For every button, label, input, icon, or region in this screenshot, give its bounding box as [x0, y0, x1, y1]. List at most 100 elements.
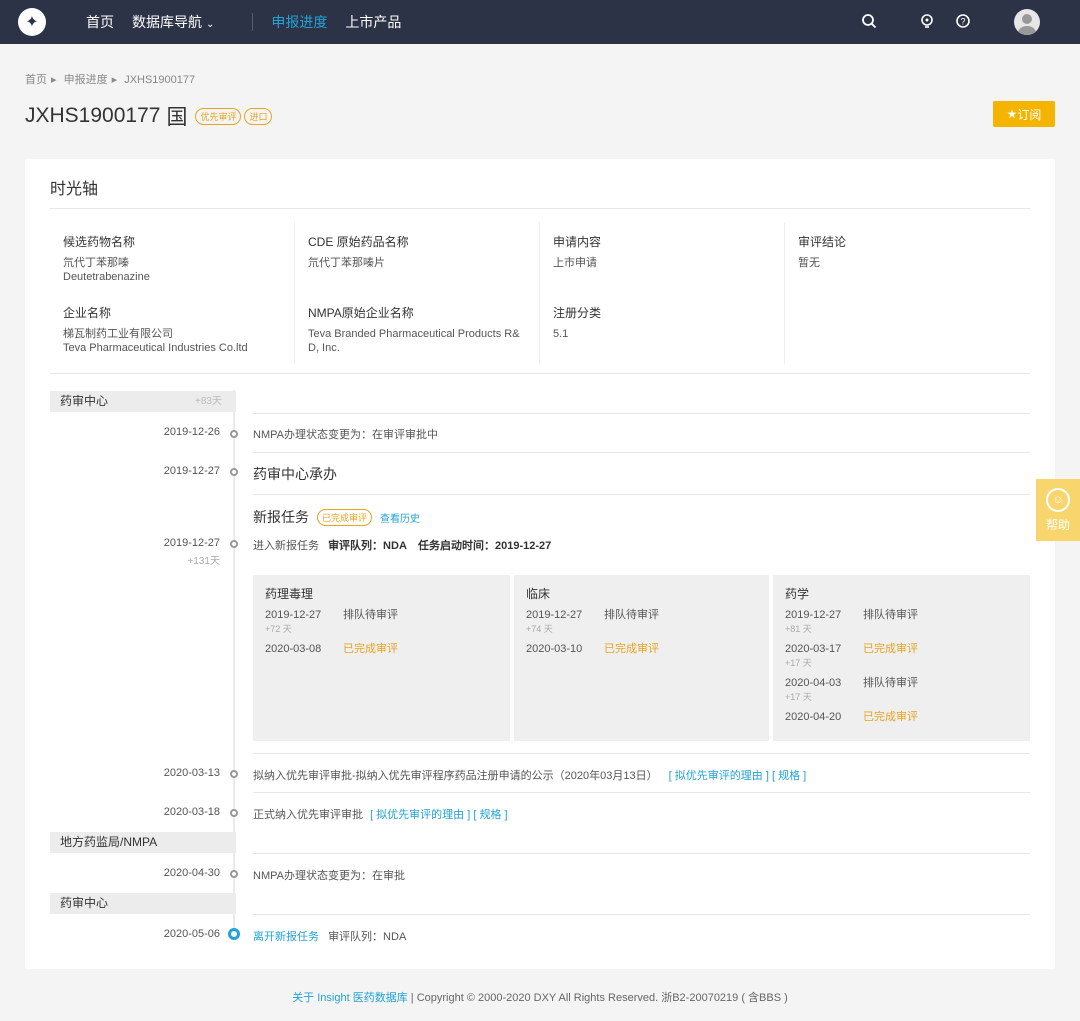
review-box-pharmacy: 药学 2019-12-27 排队待审评 +81 天 2020-03-17 已完成审评…: [773, 575, 1030, 741]
event-day-diff: +131天: [187, 556, 220, 567]
row-gap: +17 天: [785, 692, 812, 702]
top-navbar: ✦ 首页 数据库导航 ⌄ 申报进度 上市产品 ?: [0, 0, 1080, 44]
logo-icon[interactable]: ✦: [18, 8, 46, 36]
nav-divider: [252, 13, 254, 31]
timeline-dot: [230, 870, 238, 878]
task-start-time: 任务启动时间：2019-12-27: [417, 540, 552, 552]
box-row: 2020-04-20 已完成审评: [785, 710, 1018, 724]
box-row: 2019-12-27 排队待审评: [785, 608, 1018, 622]
row-date: 2020-03-17: [785, 643, 842, 655]
spec-link[interactable]: [ 规格 ]: [473, 809, 507, 821]
timeline-dot: [230, 770, 238, 778]
timeline-dot: [230, 809, 238, 817]
copyright: | Copyright © 2000-2020 DXY All Rights R…: [410, 992, 788, 1004]
info-registration: 注册分类 5.1: [553, 304, 778, 341]
row-status: 排队待审评: [343, 609, 398, 621]
breadcrumb-progress[interactable]: 申报进度: [64, 74, 108, 86]
info-company: 企业名称 梯瓦制药工业有限公司 Teva Pharmaceutical Indu…: [63, 304, 288, 355]
drug-code: JXHS1900177: [25, 104, 161, 127]
help-circle-icon[interactable]: ?: [955, 13, 971, 34]
box-title: 药理毒理: [265, 587, 314, 601]
timeline-dot: [230, 468, 238, 476]
info-label: CDE 原始药品名称: [308, 235, 409, 249]
page-title: JXHS1900177 国 优先审评 进口: [25, 101, 273, 131]
divider: [539, 222, 540, 364]
priority-reason-link[interactable]: [ 拟优先审评的理由 ]: [669, 770, 769, 782]
event-date: 2020-03-18: [163, 806, 220, 818]
row-status: 已完成审评: [343, 643, 398, 655]
avatar[interactable]: [1014, 9, 1040, 35]
task-status-badge: 已完成审评: [317, 508, 373, 526]
divider: [253, 753, 1030, 754]
timeline-dot-current: [228, 928, 240, 940]
row-date: 2020-04-20: [785, 711, 842, 723]
box-title: 药学: [785, 587, 810, 601]
info-value: 氘代丁苯那嗪: [63, 257, 129, 269]
view-history-link[interactable]: 查看历史: [380, 510, 420, 525]
breadcrumb-sep-icon: ▸: [111, 74, 118, 86]
row-date: 2019-12-27: [265, 609, 322, 621]
row-gap: +81 天: [785, 624, 812, 634]
box-row: 2019-12-27 排队待审评: [265, 608, 498, 622]
event-desc: 审评队列：NDA: [328, 931, 407, 943]
event-text: 拟纳入优先审评审批-拟纳入优先审评程序药品注册申请的公示（2020年03月13日…: [253, 767, 806, 783]
info-value: Deutetrabenazine: [63, 271, 150, 283]
breadcrumb-home[interactable]: 首页: [25, 74, 47, 86]
info-label: 候选药物名称: [63, 235, 136, 249]
info-value: 梯瓦制药工业有限公司: [63, 328, 173, 340]
divider: [253, 792, 1030, 793]
nav-db[interactable]: 数据库导航 ⌄: [132, 12, 232, 32]
event-date: 2020-03-13: [163, 767, 220, 779]
row-date: 2019-12-27: [526, 609, 583, 621]
row-status: 排队待审评: [863, 609, 918, 621]
row-status: 已完成审评: [604, 643, 659, 655]
divider: [253, 494, 1030, 495]
event-date: 2020-04-30: [163, 867, 220, 879]
event-text: 离开新报任务 审评队列：NDA: [253, 928, 406, 944]
divider: [50, 208, 1030, 209]
info-value: Teva Branded Pharmaceutical Products R&: [308, 328, 520, 340]
priority-reason-link[interactable]: [ 拟优先审评的理由 ]: [370, 809, 470, 821]
leave-task-link[interactable]: 离开新报任务: [253, 931, 319, 943]
info-label: NMPA原始企业名称: [308, 306, 414, 320]
about-link[interactable]: 关于 Insight 医药数据库: [292, 992, 408, 1004]
nav-products[interactable]: 上市产品: [345, 12, 401, 32]
info-candidate: 候选药物名称 氘代丁苯那嗪 Deutetrabenazine: [63, 233, 288, 284]
info-cde-name: CDE 原始药品名称 氘代丁苯那嗪片: [308, 233, 533, 270]
section-cde-2: 药审中心: [50, 893, 236, 914]
info-conclusion: 审评结论 暂无: [798, 233, 1023, 270]
box-row: 2020-03-08 已完成审评: [265, 642, 498, 656]
event-date: 2019-12-26: [163, 426, 220, 438]
task-info: 进入新报任务 审评队列：NDA 任务启动时间：2019-12-27: [253, 537, 551, 553]
box-title: 临床: [526, 587, 551, 601]
bulb-icon[interactable]: [919, 13, 935, 34]
import-badge: 进口: [244, 107, 273, 125]
info-label: 审评结论: [798, 235, 847, 249]
review-box-pharmacology: 药理毒理 2019-12-27 排队待审评 +72 天 2020-03-08 已完成…: [253, 575, 510, 741]
event-desc: 拟纳入优先审评审批-拟纳入优先审评程序药品注册申请的公示（2020年03月13日…: [253, 770, 658, 782]
breadcrumb-current: JXHS1900177: [124, 74, 196, 86]
search-icon[interactable]: [861, 13, 877, 34]
timeline-dot: [230, 430, 238, 438]
task-heading: 新报任务 已完成审评 查看历史: [253, 507, 420, 527]
box-row: 2019-12-27 排队待审评: [526, 608, 757, 622]
svg-text:?: ?: [960, 17, 965, 27]
nav-home[interactable]: 首页: [86, 12, 114, 32]
nav-progress[interactable]: 申报进度: [271, 12, 327, 32]
event-title: 药审中心承办: [253, 466, 337, 482]
help-button[interactable]: ☺ 帮助: [1036, 479, 1080, 541]
info-label: 注册分类: [553, 306, 602, 320]
row-status: 已完成审评: [863, 643, 918, 655]
section-name: 药审中心: [60, 394, 109, 408]
info-nmpa-company: NMPA原始企业名称 Teva Branded Pharmaceutical P…: [308, 304, 533, 355]
chevron-down-icon: ⌄: [206, 19, 215, 30]
row-gap: +74 天: [526, 624, 553, 634]
event-date: 2019-12-27: [163, 465, 220, 477]
spec-link[interactable]: [ 规格 ]: [772, 770, 806, 782]
event-text: NMPA办理状态变更为：在审评审批中: [253, 429, 438, 441]
priority-badge: 优先审评: [195, 107, 242, 125]
row-date: 2020-04-03: [785, 677, 842, 689]
event-date: 2019-12-27: [163, 537, 220, 549]
subscribe-button[interactable]: ★ 订阅: [993, 101, 1055, 127]
row-status: 已完成审评: [863, 711, 918, 723]
